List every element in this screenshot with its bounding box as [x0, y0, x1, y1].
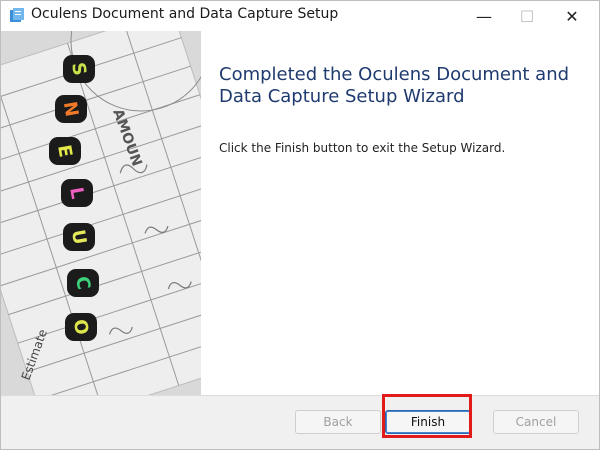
title-bar[interactable]: Oculens Document and Data Capture Setup …: [1, 1, 599, 31]
completion-heading: Completed the Oculens Document and Data …: [219, 64, 570, 107]
close-icon: ✕: [565, 6, 579, 26]
back-button-label: Back: [323, 415, 353, 429]
cancel-button-label: Cancel: [515, 415, 557, 429]
wizard-side-image: AMOUN Estimate S N E L U C O: [1, 31, 201, 395]
wizard-side-photo: AMOUN Estimate S N E L U C O: [1, 31, 201, 395]
completion-message: Click the Finish button to exit the Setu…: [219, 141, 506, 155]
cancel-button[interactable]: Cancel: [493, 410, 579, 434]
close-button[interactable]: ✕: [549, 1, 595, 31]
installer-icon: [10, 8, 24, 22]
maximize-button[interactable]: ☐: [504, 1, 550, 31]
maximize-icon: ☐: [519, 6, 535, 26]
setup-window: Oculens Document and Data Capture Setup …: [0, 0, 600, 450]
button-bar: Back Finish Cancel: [1, 394, 599, 449]
back-button[interactable]: Back: [295, 410, 381, 434]
minimize-icon: —: [476, 6, 492, 26]
finish-highlight-box: [382, 394, 472, 438]
window-title: Oculens Document and Data Capture Setup: [31, 6, 339, 22]
wizard-content: Completed the Oculens Document and Data …: [201, 31, 599, 395]
minimize-button[interactable]: —: [461, 1, 507, 31]
